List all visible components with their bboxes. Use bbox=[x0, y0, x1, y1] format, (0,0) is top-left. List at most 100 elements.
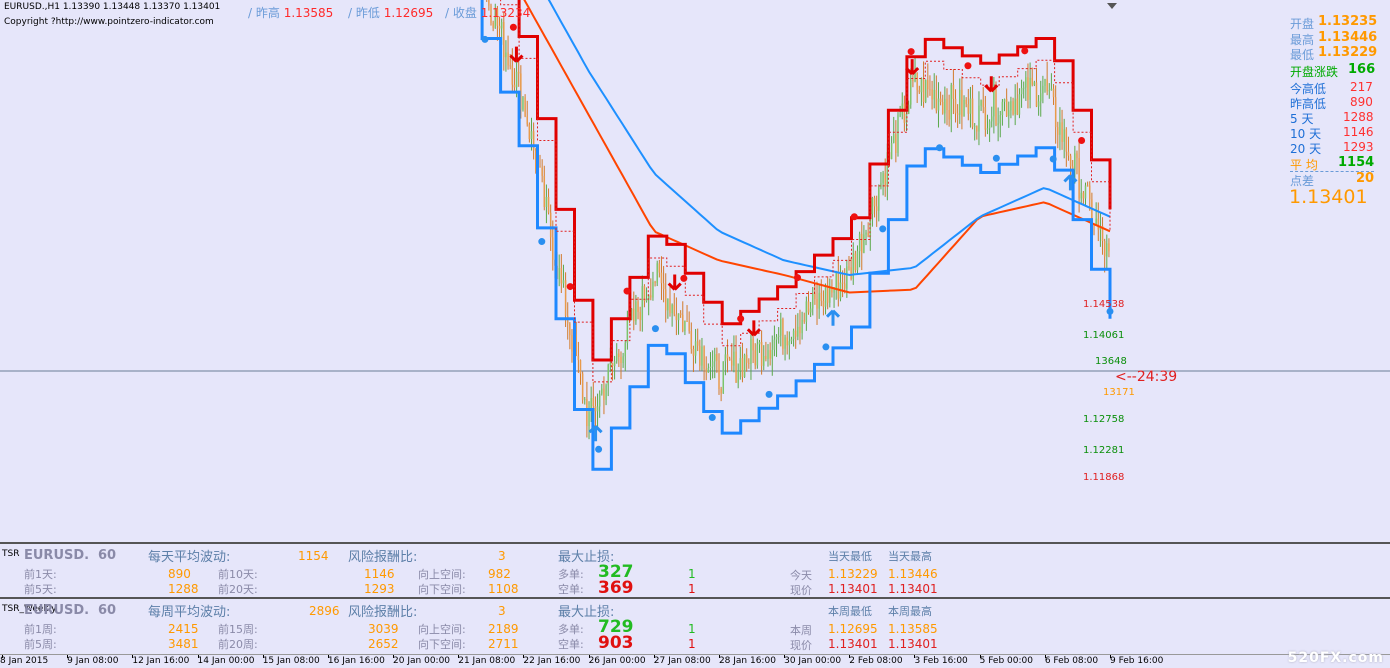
candle-body bbox=[829, 287, 831, 303]
candle-body bbox=[737, 370, 739, 383]
days20-label: 20 天 bbox=[1290, 142, 1322, 156]
candle-body bbox=[662, 283, 665, 290]
candle-body bbox=[950, 84, 953, 120]
price-chart[interactable]: EURUSD.,H1 1.13390 1.13448 1.13370 1.134… bbox=[0, 0, 1390, 542]
scroll-arrow-icon[interactable] bbox=[1107, 3, 1117, 9]
candle-body bbox=[878, 187, 880, 211]
candle-body bbox=[910, 79, 912, 105]
level-label: 1.14538 bbox=[1083, 299, 1125, 310]
candle-body bbox=[954, 98, 957, 114]
days5-value: 1288 bbox=[1343, 110, 1374, 124]
candle-body bbox=[1063, 129, 1065, 142]
candle-body bbox=[1003, 99, 1006, 102]
avg-volatility-value: 2896 bbox=[309, 604, 340, 618]
candle-body bbox=[530, 131, 533, 139]
candle-body bbox=[884, 173, 886, 187]
symbol-label: EURUSD. bbox=[24, 548, 90, 563]
candle-body bbox=[978, 105, 980, 132]
candle-body bbox=[973, 126, 976, 128]
candle-body bbox=[788, 341, 791, 346]
candle-body bbox=[507, 52, 509, 66]
sell-dot bbox=[850, 213, 858, 221]
candle-body bbox=[1037, 101, 1040, 107]
candle-body bbox=[705, 368, 707, 373]
candle-body bbox=[505, 52, 507, 58]
candle-body bbox=[873, 197, 876, 207]
candle-body bbox=[594, 406, 597, 412]
candle-body bbox=[929, 89, 931, 91]
candle-body bbox=[1046, 79, 1048, 92]
candle-body bbox=[912, 79, 914, 82]
candle-body bbox=[837, 272, 840, 299]
candle-body bbox=[598, 393, 601, 407]
open-change-value: 166 bbox=[1348, 62, 1376, 77]
candle-body bbox=[711, 361, 714, 367]
candle-body bbox=[1054, 97, 1057, 128]
candle-body bbox=[914, 72, 916, 82]
time-tick-label: 21 Jan 08:00 bbox=[458, 656, 516, 666]
candle-body bbox=[826, 285, 829, 303]
candle-body bbox=[743, 354, 746, 377]
candle-body bbox=[952, 84, 955, 99]
candle-body bbox=[660, 272, 663, 284]
up-space-label: 向上空间: bbox=[418, 623, 466, 636]
candle-body bbox=[679, 313, 682, 315]
candle-body bbox=[713, 354, 716, 362]
buy-dot bbox=[1049, 155, 1057, 163]
candle-body bbox=[846, 266, 848, 289]
candle-body bbox=[1084, 185, 1087, 199]
buy-dot bbox=[481, 35, 489, 43]
candle-body bbox=[1005, 99, 1008, 117]
long-label: 多单: bbox=[558, 623, 584, 636]
short-count: 1 bbox=[688, 637, 696, 651]
tsr-daily-panel: TSR EURUSD. 60 每天平均波动: 1154 风险报酬比: 3 最大止… bbox=[0, 542, 1390, 598]
sell-dot bbox=[737, 315, 745, 323]
symbol-info: EURUSD.,H1 1.13390 1.13448 1.13370 1.134… bbox=[4, 2, 221, 12]
candle-body bbox=[937, 98, 940, 111]
chart-canvas[interactable] bbox=[0, 0, 1390, 542]
candle-body bbox=[1001, 101, 1004, 116]
candle-body bbox=[564, 280, 567, 316]
candle-body bbox=[650, 295, 652, 298]
candle-body bbox=[882, 173, 884, 184]
candle-body bbox=[816, 299, 818, 309]
sell-dot bbox=[907, 48, 915, 56]
candle-body bbox=[656, 263, 658, 283]
candle-body bbox=[754, 350, 756, 366]
candle-body bbox=[967, 104, 970, 114]
candle-body bbox=[716, 354, 718, 361]
candle-body bbox=[733, 351, 735, 366]
candle-body bbox=[545, 196, 548, 207]
candle-body bbox=[959, 89, 961, 115]
candle-body bbox=[856, 251, 859, 271]
candle-body bbox=[748, 362, 750, 365]
time-tick-label: 5 Feb 00:00 bbox=[979, 656, 1033, 666]
candle-body bbox=[1044, 79, 1046, 86]
candle-body bbox=[694, 341, 697, 356]
sell-arrow-icon bbox=[746, 320, 761, 337]
time-tick-label: 3 Feb 16:00 bbox=[914, 656, 968, 666]
candle-body bbox=[1050, 88, 1053, 91]
candle-body bbox=[763, 355, 765, 366]
sell-dot bbox=[1021, 47, 1029, 55]
candle-body bbox=[995, 89, 997, 125]
candle-body bbox=[611, 363, 614, 367]
row2-high: 1.13401 bbox=[888, 582, 938, 596]
candle-body bbox=[1048, 90, 1051, 92]
candle-body bbox=[1059, 122, 1061, 135]
symbol-label: EURUSD. bbox=[24, 603, 90, 618]
candle-body bbox=[963, 99, 965, 117]
watermark: 520FX.com bbox=[1287, 650, 1384, 666]
candle-body bbox=[835, 272, 837, 290]
prev-range-value: 890 bbox=[1350, 95, 1373, 109]
candle-body bbox=[752, 338, 754, 351]
candle-body bbox=[579, 360, 582, 374]
candle-body bbox=[669, 298, 671, 314]
candle-body bbox=[801, 319, 803, 334]
candle-body bbox=[1080, 192, 1082, 199]
time-tick-label: 22 Jan 16:00 bbox=[523, 656, 581, 666]
candle-body bbox=[1067, 151, 1070, 156]
candle-body bbox=[728, 358, 731, 361]
candle-body bbox=[524, 97, 526, 117]
time-tick-label: 2 Feb 08:00 bbox=[849, 656, 903, 666]
